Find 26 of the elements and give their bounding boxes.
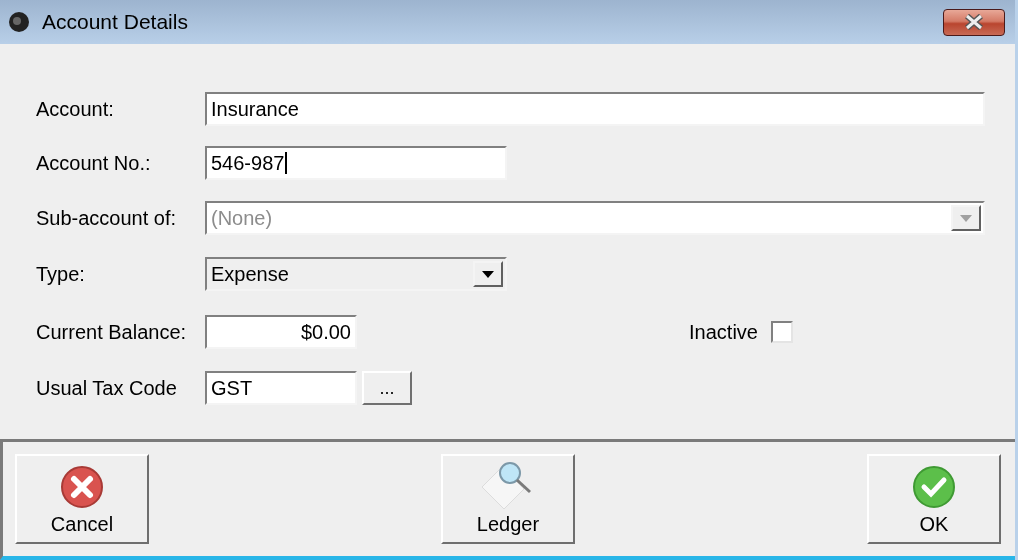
field-label: Account:: [36, 97, 115, 121]
caret-icon: [960, 214, 972, 222]
input-field[interactable]: 546-987: [205, 146, 507, 180]
ledger-button[interactable]: Ledger: [441, 454, 575, 544]
input-field[interactable]: Insurance: [205, 92, 985, 126]
dropdown-button[interactable]: [473, 261, 503, 287]
close-circle-icon: [60, 465, 104, 509]
browse-button[interactable]: ...: [362, 371, 412, 405]
checkbox[interactable]: [771, 321, 793, 343]
window-title: Account Details: [42, 10, 189, 34]
close-button[interactable]: [943, 8, 1005, 36]
cancel-button[interactable]: Cancel: [15, 454, 149, 544]
check-circle-icon: [912, 465, 956, 509]
field-label: Account No.:: [36, 151, 152, 175]
input-field[interactable]: $0.00: [205, 315, 357, 349]
checkbox-label: Inactive: [689, 320, 758, 344]
field-label: Current Balance:: [36, 320, 188, 344]
dropdown-field[interactable]: Expense: [205, 257, 507, 291]
app-icon: [8, 11, 30, 33]
input-field[interactable]: GST: [205, 371, 357, 405]
ok-button[interactable]: OK: [867, 454, 1001, 544]
caret-icon: [482, 270, 494, 278]
close-icon: [964, 14, 984, 30]
field-label: Type:: [36, 262, 86, 286]
field-label: Sub-account of:: [36, 206, 178, 230]
field-label: Usual Tax Code: [36, 376, 178, 400]
